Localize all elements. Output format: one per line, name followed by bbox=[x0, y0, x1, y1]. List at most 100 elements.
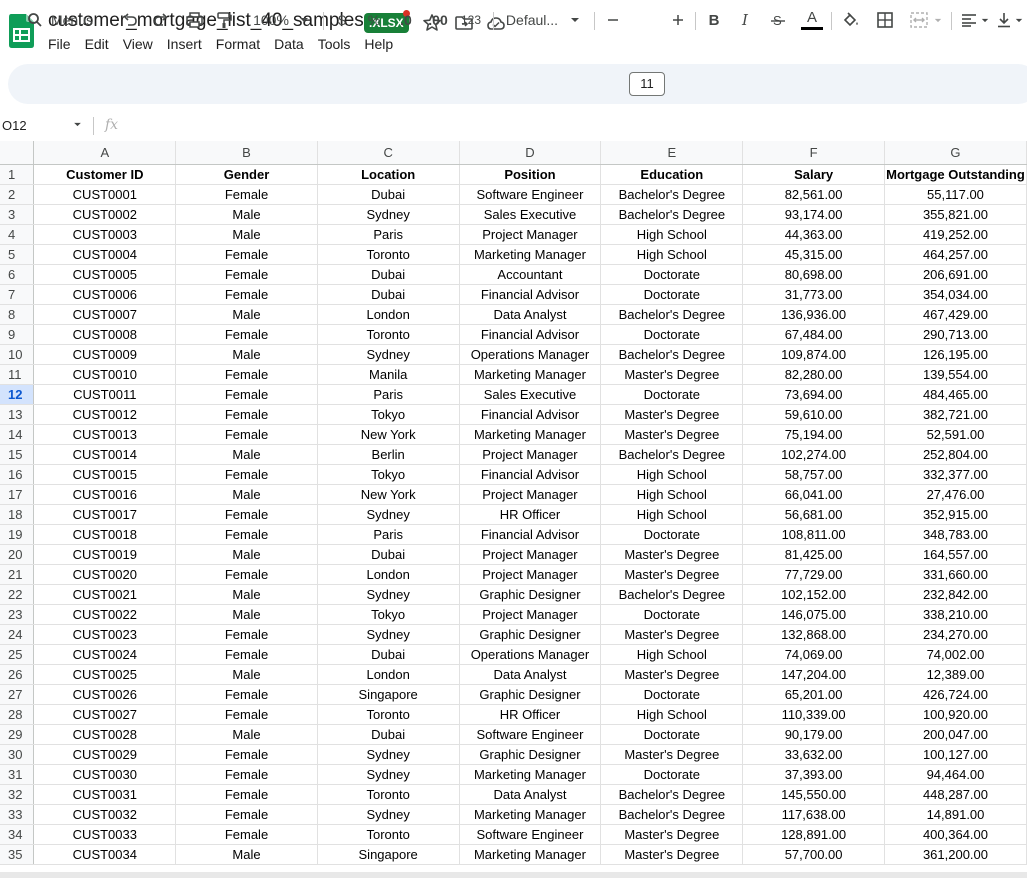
row-header[interactable]: 16 bbox=[0, 464, 35, 485]
cell-customer-id[interactable]: CUST0014 bbox=[33, 444, 177, 465]
cell-location[interactable]: Paris bbox=[317, 524, 460, 545]
cell-location[interactable]: Dubai bbox=[317, 724, 460, 745]
cell-mortgage-outstanding[interactable]: 382,721.00 bbox=[884, 404, 1027, 425]
row-header[interactable]: 26 bbox=[0, 664, 35, 685]
cell-gender[interactable]: Male bbox=[175, 304, 318, 325]
cell-customer-id[interactable]: CUST0029 bbox=[33, 744, 177, 765]
cell-mortgage-outstanding[interactable]: 484,465.00 bbox=[884, 384, 1027, 405]
cell-salary[interactable]: 56,681.00 bbox=[742, 504, 885, 525]
cell-salary[interactable]: 75,194.00 bbox=[742, 424, 885, 445]
cell-position[interactable]: Graphic Designer bbox=[459, 744, 602, 765]
cell-education[interactable]: High School bbox=[600, 484, 744, 505]
cell-salary[interactable]: 58,757.00 bbox=[742, 464, 885, 485]
cell-gender[interactable]: Female bbox=[175, 744, 318, 765]
cell-salary[interactable]: 147,204.00 bbox=[742, 664, 885, 685]
row-header[interactable]: 4 bbox=[0, 224, 35, 245]
cell-location[interactable]: Sydney bbox=[317, 504, 460, 525]
column-header-b[interactable]: B bbox=[175, 141, 318, 165]
row-header[interactable]: 32 bbox=[0, 784, 35, 805]
cell-location[interactable]: Dubai bbox=[317, 264, 460, 285]
cell-customer-id[interactable]: CUST0013 bbox=[33, 424, 177, 445]
cell-customer-id[interactable]: CUST0002 bbox=[33, 204, 177, 225]
cell-mortgage-outstanding[interactable]: 252,804.00 bbox=[884, 444, 1027, 465]
cell-mortgage-outstanding[interactable]: 426,724.00 bbox=[884, 684, 1027, 705]
cell-location[interactable]: Sydney bbox=[317, 584, 460, 605]
cell-customer-id[interactable]: CUST0012 bbox=[33, 404, 177, 425]
row-header[interactable]: 18 bbox=[0, 504, 35, 525]
cell-customer-id[interactable]: CUST0015 bbox=[33, 464, 177, 485]
cell-gender[interactable]: Female bbox=[175, 404, 318, 425]
cell-mortgage-outstanding[interactable]: 354,034.00 bbox=[884, 284, 1027, 305]
cell-location[interactable]: Sydney bbox=[317, 344, 460, 365]
cell-customer-id[interactable]: CUST0009 bbox=[33, 344, 177, 365]
cell-location[interactable]: Sydney bbox=[317, 744, 460, 765]
row-header[interactable]: 14 bbox=[0, 424, 35, 445]
column-header-a[interactable]: A bbox=[33, 141, 177, 165]
cell-position[interactable]: Software Engineer bbox=[459, 724, 602, 745]
cell-location[interactable]: Sydney bbox=[317, 624, 460, 645]
cell-salary[interactable]: 109,874.00 bbox=[742, 344, 885, 365]
cell-customer-id[interactable]: CUST0004 bbox=[33, 244, 177, 265]
cell-gender[interactable]: Male bbox=[175, 724, 318, 745]
vertical-align-button[interactable] bbox=[997, 0, 1027, 40]
row-header[interactable]: 28 bbox=[0, 704, 35, 725]
header-cell-salary[interactable]: Salary bbox=[742, 164, 885, 185]
merge-cells-button[interactable] bbox=[906, 0, 946, 40]
cell-education[interactable]: Doctorate bbox=[600, 524, 744, 545]
cell-position[interactable]: Graphic Designer bbox=[459, 584, 602, 605]
cell-position[interactable]: HR Officer bbox=[459, 504, 602, 525]
cell-education[interactable]: High School bbox=[600, 644, 744, 665]
cell-location[interactable]: London bbox=[317, 664, 460, 685]
zoom-select[interactable]: 100% bbox=[246, 0, 316, 40]
cell-gender[interactable]: Female bbox=[175, 244, 318, 265]
cell-mortgage-outstanding[interactable]: 400,364.00 bbox=[884, 824, 1027, 845]
row-header[interactable]: 24 bbox=[0, 624, 35, 645]
cell-salary[interactable]: 132,868.00 bbox=[742, 624, 885, 645]
cell-education[interactable]: Doctorate bbox=[600, 604, 744, 625]
cell-gender[interactable]: Female bbox=[175, 504, 318, 525]
cell-education[interactable]: Doctorate bbox=[600, 264, 744, 285]
cell-location[interactable]: Toronto bbox=[317, 784, 460, 805]
cell-education[interactable]: High School bbox=[600, 504, 744, 525]
cell-location[interactable]: Singapore bbox=[317, 844, 460, 865]
cell-position[interactable]: Financial Advisor bbox=[459, 324, 602, 345]
borders-button[interactable] bbox=[874, 0, 896, 40]
cell-salary[interactable]: 57,700.00 bbox=[742, 844, 885, 865]
cell-customer-id[interactable]: CUST0011 bbox=[33, 384, 177, 405]
cell-mortgage-outstanding[interactable]: 100,920.00 bbox=[884, 704, 1027, 725]
cell-customer-id[interactable]: CUST0021 bbox=[33, 584, 177, 605]
cell-gender[interactable]: Female bbox=[175, 804, 318, 825]
cell-education[interactable]: Master's Degree bbox=[600, 844, 744, 865]
cell-mortgage-outstanding[interactable]: 348,783.00 bbox=[884, 524, 1027, 545]
cell-education[interactable]: Bachelor's Degree bbox=[600, 804, 744, 825]
cell-education[interactable]: Bachelor's Degree bbox=[600, 184, 744, 205]
increase-font-size-button[interactable] bbox=[669, 0, 687, 40]
cell-position[interactable]: Project Manager bbox=[459, 604, 602, 625]
cell-customer-id[interactable]: CUST0022 bbox=[33, 604, 177, 625]
print-button[interactable] bbox=[183, 0, 205, 40]
cell-location[interactable]: Sydney bbox=[317, 804, 460, 825]
row-header[interactable]: 27 bbox=[0, 684, 35, 705]
cell-location[interactable]: Tokyo bbox=[317, 464, 460, 485]
paint-format-button[interactable] bbox=[213, 0, 235, 40]
cell-education[interactable]: Bachelor's Degree bbox=[600, 204, 744, 225]
cell-education[interactable]: Bachelor's Degree bbox=[600, 304, 744, 325]
header-cell-gender[interactable]: Gender bbox=[175, 164, 318, 185]
cell-gender[interactable]: Male bbox=[175, 224, 318, 245]
cell-mortgage-outstanding[interactable]: 14,891.00 bbox=[884, 804, 1027, 825]
strikethrough-button[interactable]: S bbox=[767, 0, 789, 40]
cell-position[interactable]: Marketing Manager bbox=[459, 424, 602, 445]
search-menus[interactable]: Menus bbox=[20, 0, 100, 40]
cell-mortgage-outstanding[interactable]: 355,821.00 bbox=[884, 204, 1027, 225]
cell-position[interactable]: Marketing Manager bbox=[459, 804, 602, 825]
cell-customer-id[interactable]: CUST0032 bbox=[33, 804, 177, 825]
cell-gender[interactable]: Male bbox=[175, 544, 318, 565]
cell-gender[interactable]: Female bbox=[175, 184, 318, 205]
cell-education[interactable]: Doctorate bbox=[600, 724, 744, 745]
cell-location[interactable]: Sydney bbox=[317, 204, 460, 225]
cell-position[interactable]: Financial Advisor bbox=[459, 404, 602, 425]
cell-position[interactable]: Graphic Designer bbox=[459, 624, 602, 645]
font-select[interactable]: Defaul... bbox=[500, 0, 586, 40]
formula-input[interactable] bbox=[130, 118, 1010, 136]
row-header[interactable]: 30 bbox=[0, 744, 35, 765]
